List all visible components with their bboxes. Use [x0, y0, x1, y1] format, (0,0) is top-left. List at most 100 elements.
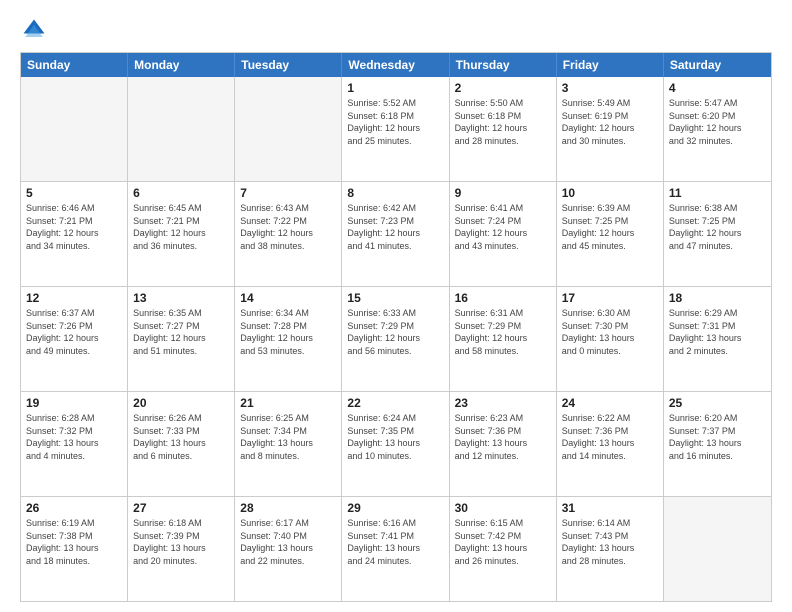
cal-header-day: Monday: [128, 53, 235, 77]
day-number: 24: [562, 396, 658, 410]
day-info: Sunrise: 6:15 AM Sunset: 7:42 PM Dayligh…: [455, 517, 551, 567]
calendar-cell: 13 Sunrise: 6:35 AM Sunset: 7:27 PM Dayli…: [128, 287, 235, 391]
day-info: Sunrise: 5:50 AM Sunset: 6:18 PM Dayligh…: [455, 97, 551, 147]
day-number: 4: [669, 81, 766, 95]
day-info: Sunrise: 6:45 AM Sunset: 7:21 PM Dayligh…: [133, 202, 229, 252]
day-number: 10: [562, 186, 658, 200]
day-number: 9: [455, 186, 551, 200]
day-number: 11: [669, 186, 766, 200]
cal-header-day: Friday: [557, 53, 664, 77]
day-number: 23: [455, 396, 551, 410]
day-info: Sunrise: 6:25 AM Sunset: 7:34 PM Dayligh…: [240, 412, 336, 462]
logo: [20, 16, 52, 44]
day-info: Sunrise: 6:41 AM Sunset: 7:24 PM Dayligh…: [455, 202, 551, 252]
calendar-cell: [21, 77, 128, 181]
day-info: Sunrise: 6:14 AM Sunset: 7:43 PM Dayligh…: [562, 517, 658, 567]
day-info: Sunrise: 6:30 AM Sunset: 7:30 PM Dayligh…: [562, 307, 658, 357]
cal-header-day: Sunday: [21, 53, 128, 77]
logo-icon: [20, 16, 48, 44]
calendar-cell: 4 Sunrise: 5:47 AM Sunset: 6:20 PM Daylig…: [664, 77, 771, 181]
calendar-cell: 16 Sunrise: 6:31 AM Sunset: 7:29 PM Dayli…: [450, 287, 557, 391]
calendar-cell: 24Sunrise: 6:22 AM Sunset: 7:36 PM Dayli…: [557, 392, 664, 496]
calendar-cell: 21 Sunrise: 6:25 AM Sunset: 7:34 PM Dayli…: [235, 392, 342, 496]
day-number: 19: [26, 396, 122, 410]
calendar-cell: [664, 497, 771, 601]
calendar-cell: 3Sunrise: 5:49 AM Sunset: 6:19 PM Daylig…: [557, 77, 664, 181]
day-info: Sunrise: 6:24 AM Sunset: 7:35 PM Dayligh…: [347, 412, 443, 462]
calendar-header: SundayMondayTuesdayWednesdayThursdayFrid…: [21, 53, 771, 77]
day-info: Sunrise: 6:33 AM Sunset: 7:29 PM Dayligh…: [347, 307, 443, 357]
day-number: 27: [133, 501, 229, 515]
calendar-cell: 5Sunrise: 6:46 AM Sunset: 7:21 PM Daylig…: [21, 182, 128, 286]
calendar-cell: 2 Sunrise: 5:50 AM Sunset: 6:18 PM Daylig…: [450, 77, 557, 181]
calendar-cell: 8 Sunrise: 6:42 AM Sunset: 7:23 PM Daylig…: [342, 182, 449, 286]
day-number: 14: [240, 291, 336, 305]
calendar: SundayMondayTuesdayWednesdayThursdayFrid…: [20, 52, 772, 602]
calendar-cell: 25Sunrise: 6:20 AM Sunset: 7:37 PM Dayli…: [664, 392, 771, 496]
day-number: 15: [347, 291, 443, 305]
calendar-cell: 31Sunrise: 6:14 AM Sunset: 7:43 PM Dayli…: [557, 497, 664, 601]
day-number: 17: [562, 291, 658, 305]
calendar-cell: 22 Sunrise: 6:24 AM Sunset: 7:35 PM Dayli…: [342, 392, 449, 496]
calendar-cell: 18 Sunrise: 6:29 AM Sunset: 7:31 PM Dayli…: [664, 287, 771, 391]
calendar-cell: 15 Sunrise: 6:33 AM Sunset: 7:29 PM Dayli…: [342, 287, 449, 391]
day-info: Sunrise: 6:42 AM Sunset: 7:23 PM Dayligh…: [347, 202, 443, 252]
day-info: Sunrise: 6:38 AM Sunset: 7:25 PM Dayligh…: [669, 202, 766, 252]
calendar-cell: 28 Sunrise: 6:17 AM Sunset: 7:40 PM Dayli…: [235, 497, 342, 601]
day-number: 18: [669, 291, 766, 305]
calendar-cell: 30 Sunrise: 6:15 AM Sunset: 7:42 PM Dayli…: [450, 497, 557, 601]
day-number: 26: [26, 501, 122, 515]
day-info: Sunrise: 6:26 AM Sunset: 7:33 PM Dayligh…: [133, 412, 229, 462]
day-number: 8: [347, 186, 443, 200]
day-info: Sunrise: 6:18 AM Sunset: 7:39 PM Dayligh…: [133, 517, 229, 567]
calendar-cell: 12 Sunrise: 6:37 AM Sunset: 7:26 PM Dayli…: [21, 287, 128, 391]
day-info: Sunrise: 6:23 AM Sunset: 7:36 PM Dayligh…: [455, 412, 551, 462]
header: [20, 16, 772, 44]
day-info: Sunrise: 5:52 AM Sunset: 6:18 PM Dayligh…: [347, 97, 443, 147]
day-number: 1: [347, 81, 443, 95]
day-number: 21: [240, 396, 336, 410]
day-info: Sunrise: 6:35 AM Sunset: 7:27 PM Dayligh…: [133, 307, 229, 357]
day-number: 22: [347, 396, 443, 410]
day-info: Sunrise: 6:28 AM Sunset: 7:32 PM Dayligh…: [26, 412, 122, 462]
day-number: 6: [133, 186, 229, 200]
day-info: Sunrise: 6:16 AM Sunset: 7:41 PM Dayligh…: [347, 517, 443, 567]
day-info: Sunrise: 6:17 AM Sunset: 7:40 PM Dayligh…: [240, 517, 336, 567]
day-number: 25: [669, 396, 766, 410]
calendar-row: 19 Sunrise: 6:28 AM Sunset: 7:32 PM Dayli…: [21, 392, 771, 497]
cal-header-day: Thursday: [450, 53, 557, 77]
day-info: Sunrise: 6:29 AM Sunset: 7:31 PM Dayligh…: [669, 307, 766, 357]
cal-header-day: Wednesday: [342, 53, 449, 77]
day-info: Sunrise: 6:31 AM Sunset: 7:29 PM Dayligh…: [455, 307, 551, 357]
day-number: 13: [133, 291, 229, 305]
day-number: 20: [133, 396, 229, 410]
calendar-cell: 17 Sunrise: 6:30 AM Sunset: 7:30 PM Dayli…: [557, 287, 664, 391]
day-number: 7: [240, 186, 336, 200]
calendar-row: 1 Sunrise: 5:52 AM Sunset: 6:18 PM Daylig…: [21, 77, 771, 182]
page: SundayMondayTuesdayWednesdayThursdayFrid…: [0, 0, 792, 612]
calendar-cell: 26 Sunrise: 6:19 AM Sunset: 7:38 PM Dayli…: [21, 497, 128, 601]
calendar-body: 1 Sunrise: 5:52 AM Sunset: 6:18 PM Daylig…: [21, 77, 771, 601]
calendar-row: 26 Sunrise: 6:19 AM Sunset: 7:38 PM Dayli…: [21, 497, 771, 601]
day-number: 29: [347, 501, 443, 515]
day-info: Sunrise: 6:37 AM Sunset: 7:26 PM Dayligh…: [26, 307, 122, 357]
calendar-cell: [235, 77, 342, 181]
calendar-cell: [128, 77, 235, 181]
day-number: 2: [455, 81, 551, 95]
calendar-cell: 23 Sunrise: 6:23 AM Sunset: 7:36 PM Dayli…: [450, 392, 557, 496]
calendar-cell: 11 Sunrise: 6:38 AM Sunset: 7:25 PM Dayli…: [664, 182, 771, 286]
calendar-cell: 19 Sunrise: 6:28 AM Sunset: 7:32 PM Dayli…: [21, 392, 128, 496]
calendar-cell: 10 Sunrise: 6:39 AM Sunset: 7:25 PM Dayli…: [557, 182, 664, 286]
day-info: Sunrise: 6:39 AM Sunset: 7:25 PM Dayligh…: [562, 202, 658, 252]
day-info: Sunrise: 5:47 AM Sunset: 6:20 PM Dayligh…: [669, 97, 766, 147]
day-info: Sunrise: 6:19 AM Sunset: 7:38 PM Dayligh…: [26, 517, 122, 567]
calendar-cell: 1 Sunrise: 5:52 AM Sunset: 6:18 PM Daylig…: [342, 77, 449, 181]
day-number: 12: [26, 291, 122, 305]
day-number: 28: [240, 501, 336, 515]
calendar-row: 12 Sunrise: 6:37 AM Sunset: 7:26 PM Dayli…: [21, 287, 771, 392]
day-number: 30: [455, 501, 551, 515]
day-number: 16: [455, 291, 551, 305]
calendar-cell: 9 Sunrise: 6:41 AM Sunset: 7:24 PM Daylig…: [450, 182, 557, 286]
calendar-cell: 7Sunrise: 6:43 AM Sunset: 7:22 PM Daylig…: [235, 182, 342, 286]
day-number: 5: [26, 186, 122, 200]
